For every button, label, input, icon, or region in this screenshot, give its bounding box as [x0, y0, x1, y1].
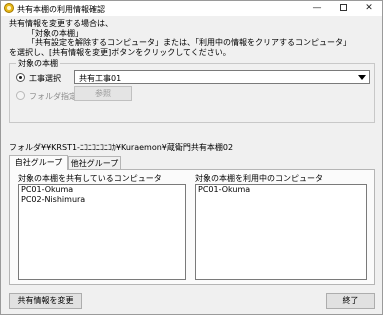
work-combobox[interactable]: 共有工事01	[74, 70, 370, 84]
instruction-line-2: 「対象の本棚」	[27, 28, 83, 38]
app-icon	[4, 3, 14, 13]
target-group-label: 対象の本棚	[16, 58, 60, 69]
list-item[interactable]: PC01-Okuma	[196, 185, 366, 195]
browse-button[interactable]: 参照	[74, 86, 132, 101]
minimize-icon[interactable]: —	[304, 1, 330, 16]
window-title: 共有本棚の利用情報確認	[17, 5, 105, 14]
chevron-down-icon[interactable]	[358, 75, 366, 80]
target-bookshelf-group: 対象の本棚 工事選択 共有工事01 フォルダ指定 参照	[9, 58, 375, 123]
list-item[interactable]: PC01-Okuma	[19, 185, 185, 195]
title-bar: 共有本棚の利用情報確認 — ✕	[1, 1, 382, 16]
using-list-caption: 対象の本棚を利用中のコンピュータ	[195, 174, 323, 183]
tab-own-group[interactable]: 自社グループ	[9, 155, 68, 170]
shared-list-caption: 対象の本棚を共有しているコンピュータ	[18, 174, 162, 183]
maximize-icon[interactable]	[330, 1, 356, 16]
using-computers-listbox[interactable]: PC01-Okuma	[195, 184, 367, 280]
folder-select-radio[interactable]	[16, 91, 25, 100]
dialog-window: 共有本棚の利用情報確認 — ✕ 共有情報を変更する場合は、 「対象の本棚」 「共…	[0, 0, 383, 315]
work-select-radio[interactable]	[16, 73, 25, 82]
close-icon[interactable]: ✕	[356, 1, 382, 16]
instruction-line-4: を選択し、[共有情報を変更]ボタンをクリックしてください。	[9, 47, 231, 57]
tab-panel: 対象の本棚を共有しているコンピュータ PC01-Okuma PC02-Nishi…	[9, 169, 375, 285]
shared-computers-listbox[interactable]: PC01-Okuma PC02-Nishimura	[18, 184, 186, 280]
change-share-info-button[interactable]: 共有情報を変更	[9, 293, 82, 309]
folder-row: フォルダ ¥¥KRST1-ﾆｺﾆｺﾆｺﾆｺｶ¥Kuraemon¥蔵衛門共有本棚0…	[9, 142, 233, 153]
folder-path: ¥¥KRST1-ﾆｺﾆｺﾆｺﾆｺｶ¥Kuraemon¥蔵衛門共有本棚02	[41, 143, 234, 152]
folder-select-label: フォルダ指定	[29, 92, 77, 101]
instruction-line-1: 共有情報を変更する場合は、	[9, 19, 113, 28]
work-select-label: 工事選択	[29, 74, 61, 83]
instructions: 共有情報を変更する場合は、 「対象の本棚」 「共有設定を解除するコンピュータ」ま…	[9, 19, 351, 57]
work-combobox-value: 共有工事01	[79, 74, 122, 83]
exit-button[interactable]: 終了	[326, 293, 375, 309]
list-item[interactable]: PC02-Nishimura	[19, 195, 185, 205]
instruction-line-3: 「共有設定を解除するコンピュータ」または、「利用中の情報をクリアするコンピュータ…	[27, 38, 351, 47]
folder-label: フォルダ	[9, 143, 41, 152]
tab-other-group[interactable]: 他社グループ	[68, 156, 121, 170]
